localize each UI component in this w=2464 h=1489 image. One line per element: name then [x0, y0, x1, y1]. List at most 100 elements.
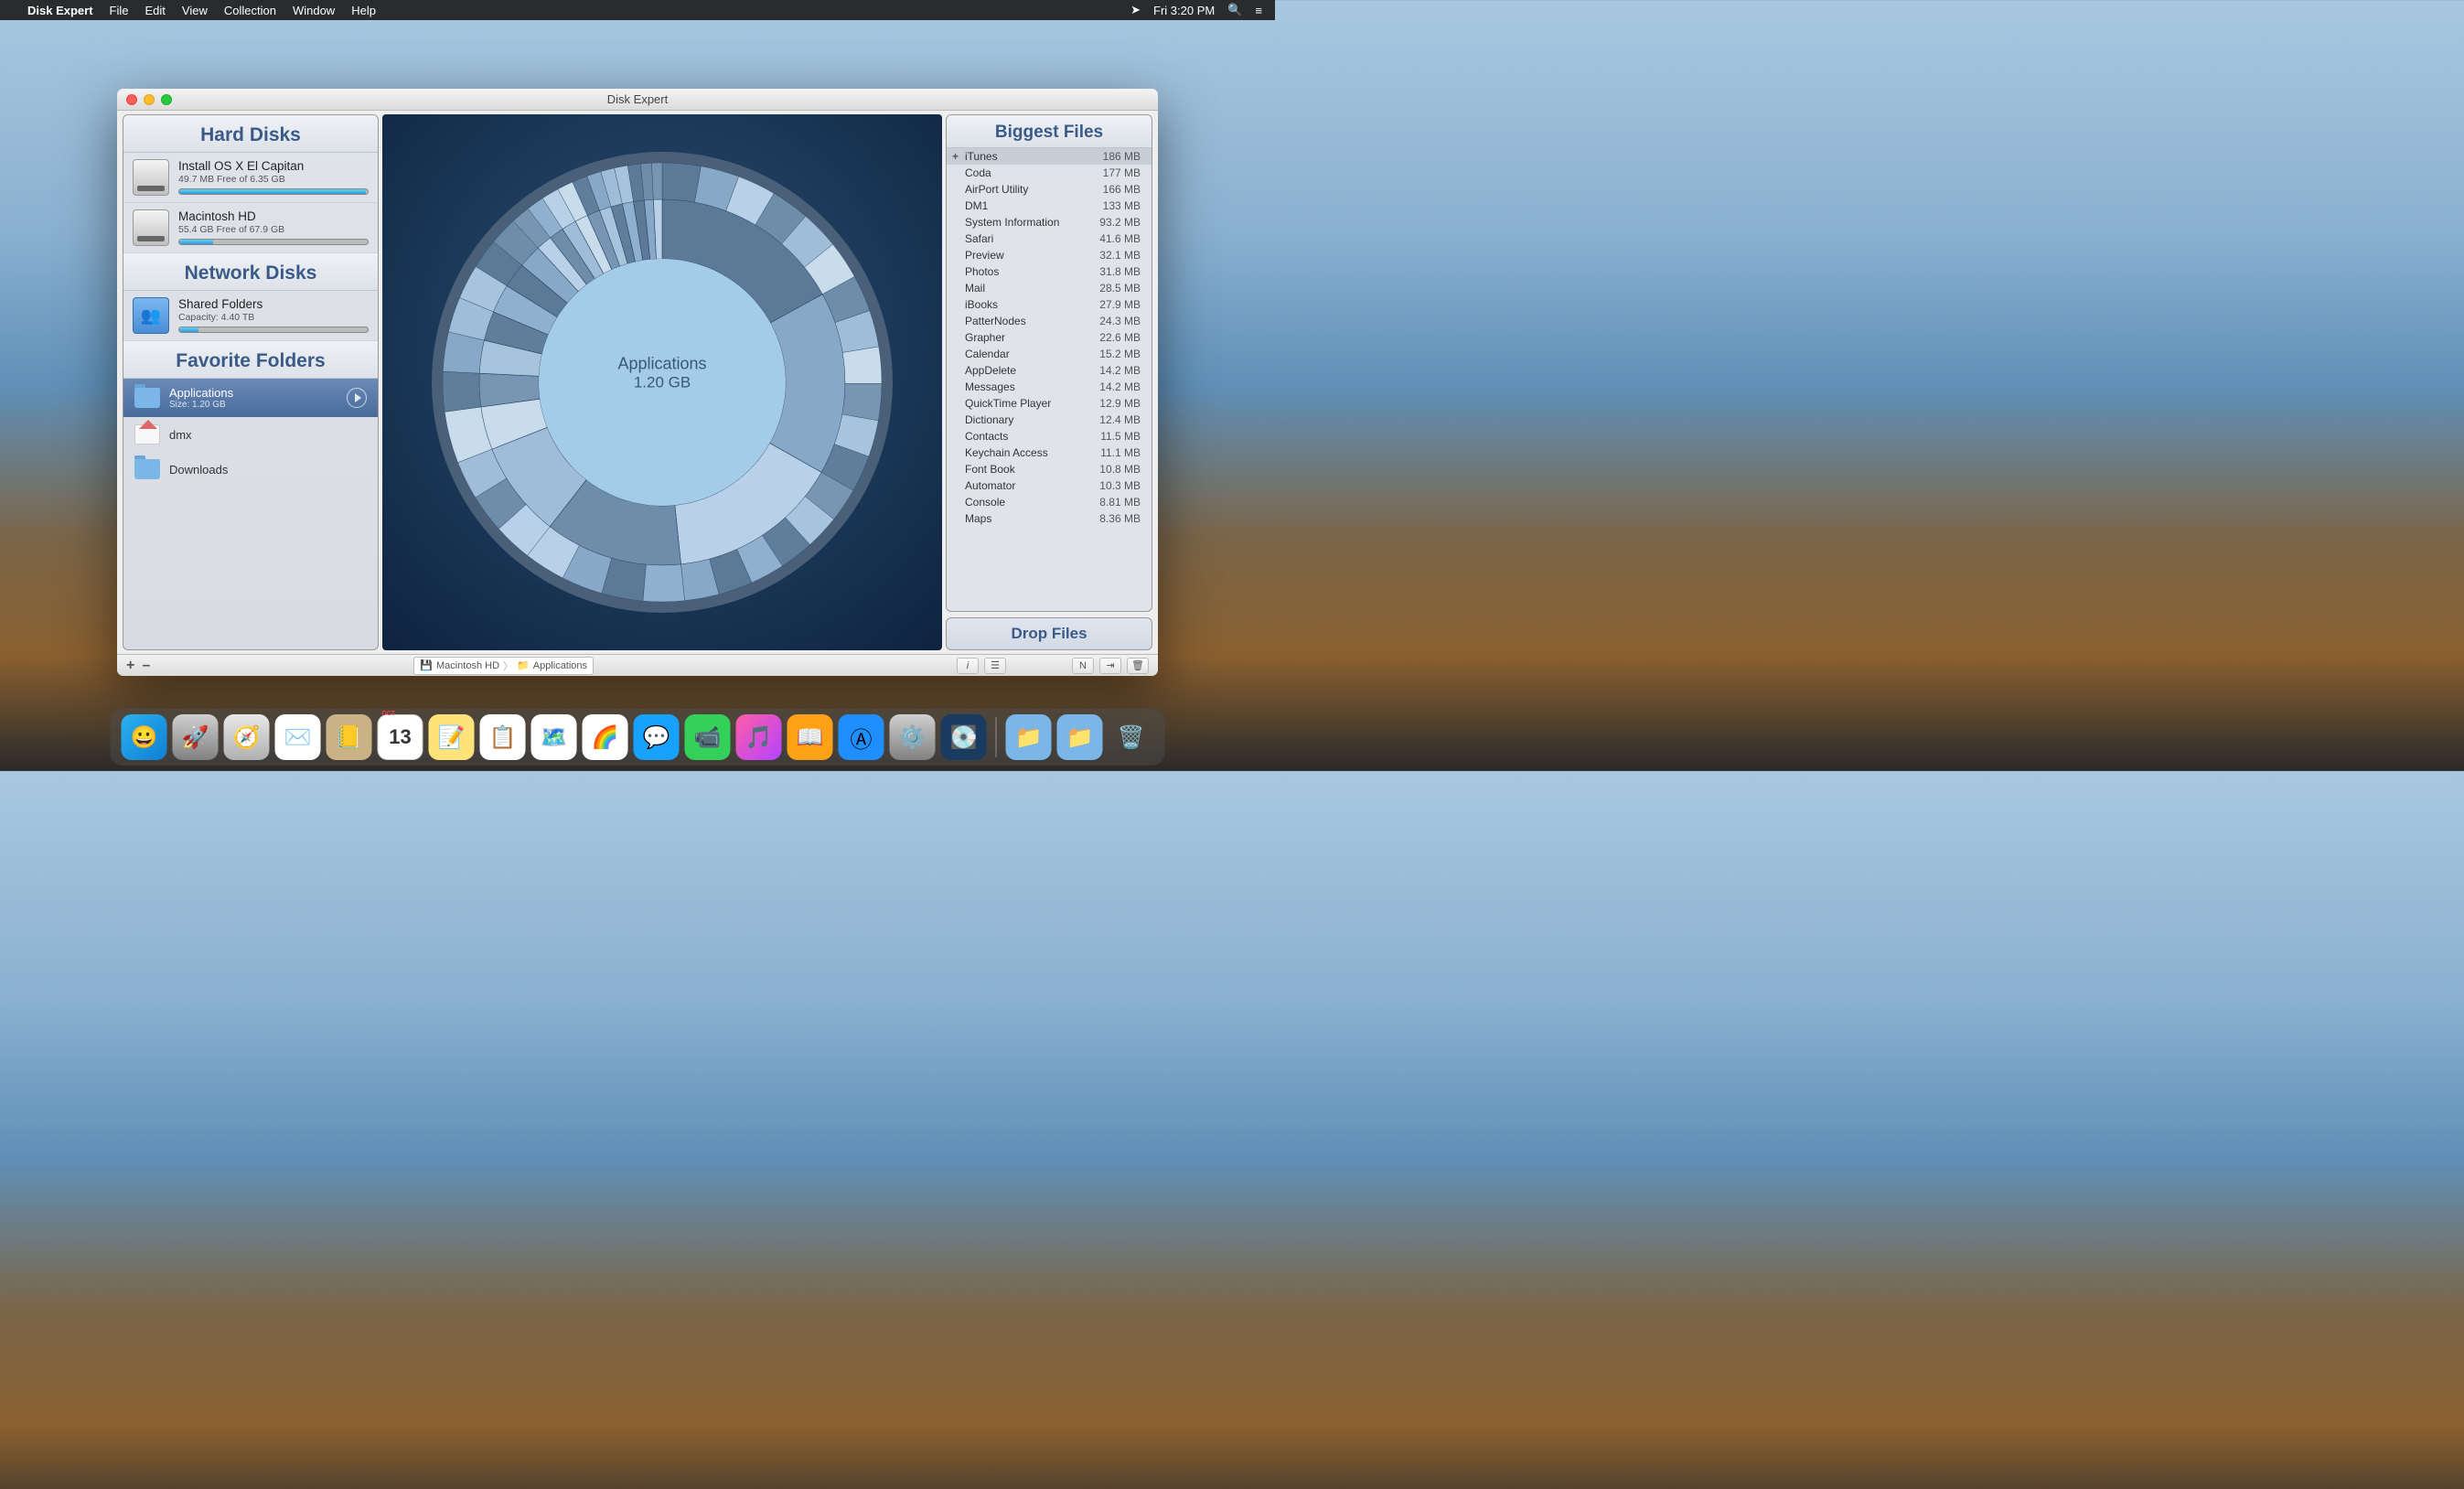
file-row[interactable]: Coda 177 MB	[947, 165, 1152, 181]
dock-messages-icon[interactable]: 💬	[634, 714, 680, 760]
file-name: Grapher	[965, 331, 1005, 344]
file-row[interactable]: Mail 28.5 MB	[947, 280, 1152, 296]
file-row[interactable]: iTunes 186 MB	[947, 148, 1152, 165]
favorite-folder-item[interactable]: dmx	[123, 417, 378, 452]
hard-disk-icon	[133, 159, 169, 196]
file-size: 32.1 MB	[1099, 249, 1141, 262]
trash-button[interactable]: 🗑	[1127, 658, 1149, 674]
file-name: System Information	[965, 216, 1059, 229]
file-name: AppDelete	[965, 364, 1016, 377]
chart-subslice[interactable]	[662, 163, 702, 202]
dock-diskexpert-icon[interactable]: 💽	[941, 714, 987, 760]
file-row[interactable]: Console 8.81 MB	[947, 494, 1152, 510]
dock-mail-icon[interactable]: ✉️	[275, 714, 321, 760]
hard-disk-item[interactable]: Install OS X El Capitan 49.7 MB Free of …	[123, 153, 378, 203]
file-row[interactable]: PatterNodes 24.3 MB	[947, 313, 1152, 329]
file-row[interactable]: Messages 14.2 MB	[947, 379, 1152, 395]
dock-itunes-icon[interactable]: 🎵	[736, 714, 782, 760]
dock-reminders-icon[interactable]: 📋	[480, 714, 526, 760]
menubar-list-icon[interactable]: ≡	[1255, 4, 1262, 17]
file-row[interactable]: DM1 133 MB	[947, 198, 1152, 214]
chart-subslice[interactable]	[643, 564, 685, 602]
dock-finder-icon[interactable]: 😀	[122, 714, 167, 760]
info-button[interactable]: i	[957, 658, 979, 674]
menu-view[interactable]: View	[182, 4, 208, 17]
dock-facetime-icon[interactable]: 📹	[685, 714, 731, 760]
chart-subslice[interactable]	[842, 383, 882, 421]
breadcrumb-folder[interactable]: Applications	[533, 660, 587, 671]
dock-apps-folder-icon[interactable]: 📁	[1006, 714, 1052, 760]
file-name: PatterNodes	[965, 315, 1026, 327]
note-button[interactable]: N	[1072, 658, 1094, 674]
file-row[interactable]: AppDelete 14.2 MB	[947, 362, 1152, 379]
file-size: 12.4 MB	[1099, 413, 1141, 426]
file-size: 8.36 MB	[1099, 512, 1141, 525]
disk-usage-bar	[178, 188, 369, 195]
breadcrumb-disk[interactable]: Macintosh HD	[436, 660, 499, 671]
file-row[interactable]: Contacts 11.5 MB	[947, 428, 1152, 445]
spotlight-icon[interactable]: 🔍	[1227, 3, 1242, 17]
breadcrumb[interactable]: 💾 Macintosh HD 〉 📁 Applications	[413, 657, 594, 675]
file-row[interactable]: Font Book 10.8 MB	[947, 461, 1152, 477]
disk-name: Install OS X El Capitan	[178, 159, 369, 173]
dock-photos-icon[interactable]: 🌈	[583, 714, 628, 760]
file-row[interactable]: Automator 10.3 MB	[947, 477, 1152, 494]
hard-disk-item[interactable]: Macintosh HD 55.4 GB Free of 67.9 GB	[123, 203, 378, 253]
file-row[interactable]: Photos 31.8 MB	[947, 263, 1152, 280]
menu-file[interactable]: File	[110, 4, 129, 17]
favorite-folder-item[interactable]: Downloads	[123, 452, 378, 487]
file-row[interactable]: Grapher 22.6 MB	[947, 329, 1152, 346]
menubar-teleport-icon[interactable]: ➤	[1130, 3, 1141, 17]
network-share-icon: 👥	[133, 297, 169, 334]
menu-help[interactable]: Help	[351, 4, 376, 17]
disk-name: Macintosh HD	[178, 209, 369, 223]
dock-contacts-icon[interactable]: 📒	[327, 714, 372, 760]
dock-notes-icon[interactable]: 📝	[429, 714, 475, 760]
favorite-folder-item[interactable]: Applications Size: 1.20 GB	[123, 379, 378, 417]
biggest-files-list[interactable]: iTunes 186 MB Coda 177 MB AirPort Utilit…	[947, 148, 1152, 611]
file-size: 27.9 MB	[1099, 298, 1141, 311]
dock-preferences-icon[interactable]: ⚙️	[890, 714, 936, 760]
file-row[interactable]: Dictionary 12.4 MB	[947, 412, 1152, 428]
file-row[interactable]: Safari 41.6 MB	[947, 230, 1152, 247]
file-name: iTunes	[965, 150, 998, 163]
file-row[interactable]: Maps 8.36 MB	[947, 510, 1152, 527]
chart-subslice[interactable]	[443, 371, 481, 412]
dock-calendar-icon[interactable]: OCT13	[378, 714, 423, 760]
dock-ibooks-icon[interactable]: 📖	[787, 714, 833, 760]
file-row[interactable]: Calendar 15.2 MB	[947, 346, 1152, 362]
chart-subslice[interactable]	[651, 163, 662, 199]
menu-edit[interactable]: Edit	[145, 4, 166, 17]
bottom-toolbar: + – 💾 Macintosh HD 〉 📁 Applications i ☰ …	[117, 654, 1158, 676]
menubar-clock[interactable]: Fri 3:20 PM	[1153, 4, 1215, 17]
menu-window[interactable]: Window	[293, 4, 335, 17]
disk-free-label: 49.7 MB Free of 6.35 GB	[178, 174, 369, 185]
export-button[interactable]: ⇥	[1099, 658, 1121, 674]
toolbar-add-button[interactable]: +	[126, 658, 134, 674]
file-size: 10.8 MB	[1099, 463, 1141, 476]
network-disk-item[interactable]: 👥 Shared Folders Capacity: 4.40 TB	[123, 291, 378, 341]
menubar-app-name[interactable]: Disk Expert	[27, 4, 93, 17]
toolbar-remove-button[interactable]: –	[142, 658, 150, 674]
dock-launchpad-icon[interactable]: 🚀	[173, 714, 219, 760]
dock-appstore-icon[interactable]: Ⓐ	[839, 714, 884, 760]
window-titlebar[interactable]: Disk Expert	[117, 89, 1158, 111]
menu-collection[interactable]: Collection	[224, 4, 276, 17]
file-size: 24.3 MB	[1099, 315, 1141, 327]
dock-downloads-folder-icon[interactable]: 📁	[1057, 714, 1103, 760]
dock-trash-icon[interactable]: 🗑️	[1109, 714, 1154, 760]
scan-button[interactable]	[347, 388, 367, 408]
dock-maps-icon[interactable]: 🗺️	[531, 714, 577, 760]
sunburst-chart[interactable]: Applications 1.20 GB	[424, 145, 900, 620]
file-row[interactable]: System Information 93.2 MB	[947, 214, 1152, 230]
file-row[interactable]: iBooks 27.9 MB	[947, 296, 1152, 313]
dock-safari-icon[interactable]: 🧭	[224, 714, 270, 760]
file-row[interactable]: Keychain Access 11.1 MB	[947, 445, 1152, 461]
list-button[interactable]: ☰	[984, 658, 1006, 674]
file-row[interactable]: AirPort Utility 166 MB	[947, 181, 1152, 198]
file-row[interactable]: Preview 32.1 MB	[947, 247, 1152, 263]
file-row[interactable]: QuickTime Player 12.9 MB	[947, 395, 1152, 412]
chevron-right-icon: 〉	[503, 659, 513, 673]
drop-files-area[interactable]: Drop Files	[946, 617, 1152, 650]
chart-subslice[interactable]	[842, 347, 882, 383]
